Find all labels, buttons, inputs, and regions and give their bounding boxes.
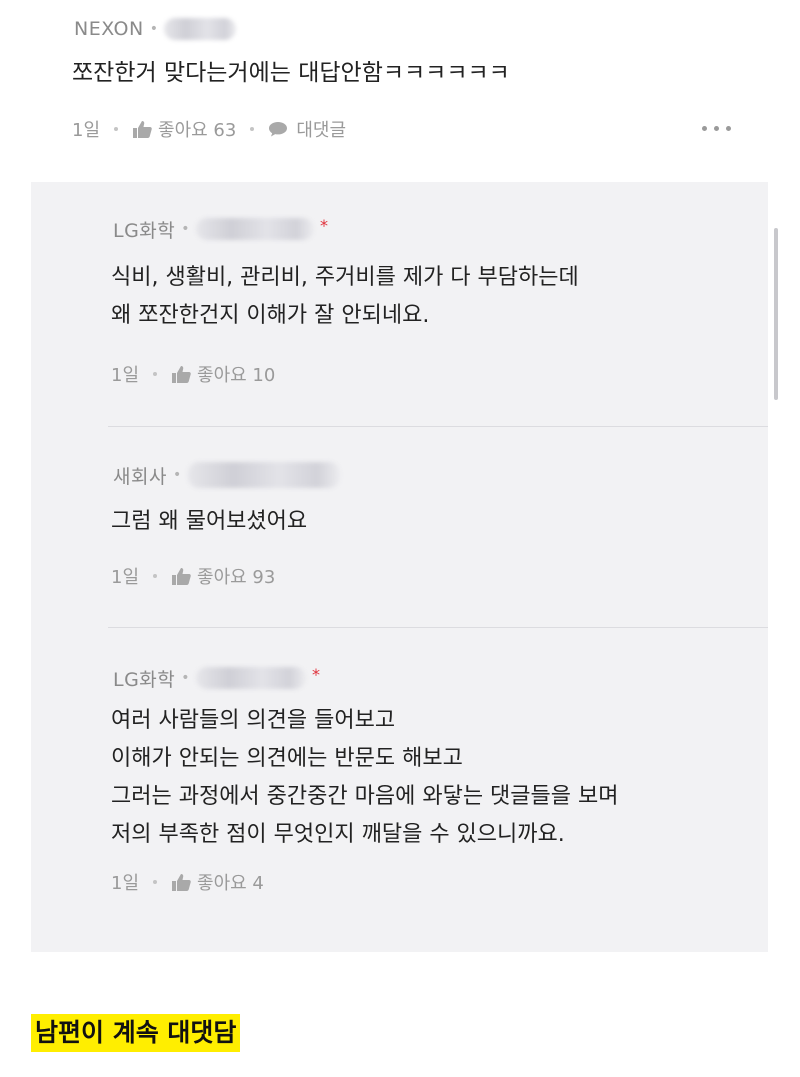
reply-panel: LG화학 • * 식비, 생활비, 관리비, 주거비를 제가 다 부담하는데 왜… [31,182,768,952]
reply-item: LG화학 • * 여러 사람들의 의견을 들어보고 이해가 안되는 의견에는 반… [31,664,768,944]
reply-item: 새회사 • 그럼 왜 물어보셨어요 1일 좋아요 93 [31,461,768,621]
separator-dot [153,880,158,884]
caption-highlight: 남편이 계속 대댓담 [31,1014,241,1052]
more-dots-icon[interactable] [702,126,731,131]
separator-dot [153,574,158,578]
reply-meta: 1일 좋아요 10 [111,359,275,389]
like-button[interactable]: 좋아요 4 [171,869,264,895]
like-button[interactable]: 좋아요 10 [171,361,275,387]
blurred-nickname [164,18,237,40]
author-company: NEXON [74,18,144,40]
like-count: 좋아요 63 [158,120,237,141]
reply-text: 식비, 생활비, 관리비, 주거비를 제가 다 부담하는데 왜 쪼잔한건지 이해… [111,259,579,335]
reply-author[interactable]: LG화학 • * [113,664,321,692]
separator-dot [153,372,158,376]
like-button[interactable]: 좋아요 93 [171,563,275,589]
reply-meta: 1일 좋아요 93 [111,561,275,591]
reply-meta: 1일 좋아요 4 [111,867,264,897]
divider [108,426,768,427]
like-button[interactable]: 좋아요 63 [132,116,236,142]
scrollbar[interactable] [774,228,778,400]
comment-meta: 1일 좋아요 63 대댓글 [72,114,346,144]
reply-time: 1일 [111,873,140,894]
reply-line: 식비, 생활비, 관리비, 주거비를 제가 다 부담하는데 [111,265,579,290]
comment: NEXON • 쪼잔한거 맞다는거에는 대답안함ㅋㅋㅋㅋㅋㅋ 1일 좋아요 63… [0,0,800,182]
comment-text: 쪼잔한거 맞다는거에는 대답안함ㅋㅋㅋㅋㅋㅋ [72,60,510,86]
like-count: 좋아요 93 [197,567,276,588]
blurred-nickname [196,218,315,240]
thumbs-up-icon [133,121,152,138]
like-count: 좋아요 4 [197,873,264,894]
thumbs-up-icon [172,568,191,585]
separator-dot [114,127,119,131]
blurred-nickname [196,667,307,689]
reply-label: 대댓글 [296,120,347,141]
separator-dot: • [181,670,191,686]
asterisk-icon: * [312,664,321,684]
reply-line: 그러는 과정에서 중간중간 마음에 와닿는 댓글들을 보며 [111,784,619,809]
blurred-nickname [187,462,340,488]
reply-time: 1일 [111,567,140,588]
separator-dot [250,127,255,131]
author-company: LG화학 [113,668,176,691]
comment-time: 1일 [72,120,101,141]
thumbs-up-icon [172,366,191,383]
thumbs-up-icon [172,874,191,891]
reply-line: 저의 부족한 점이 무엇인지 깨달을 수 있으니까요. [111,822,565,847]
reply-line: 이해가 안되는 의견에는 반문도 해보고 [111,746,463,771]
reply-author[interactable]: 새회사 • [113,461,340,489]
author-company: 새회사 [113,465,167,488]
speech-bubble-icon [269,122,288,137]
like-count: 좋아요 10 [197,365,276,386]
asterisk-icon: * [320,215,329,235]
separator-dot: • [149,21,159,37]
reply-line: 그럼 왜 물어보셨어요 [111,509,308,534]
comment-author[interactable]: NEXON • [74,15,237,43]
author-company: LG화학 [113,219,176,242]
reply-author[interactable]: LG화학 • * [113,215,329,243]
reply-line: 왜 쪼잔한건지 이해가 잘 안되네요. [111,303,430,328]
separator-dot: • [172,467,182,483]
divider [108,627,768,628]
reply-button[interactable]: 대댓글 [268,116,346,142]
reply-item: LG화학 • * 식비, 생활비, 관리비, 주거비를 제가 다 부담하는데 왜… [31,215,768,425]
separator-dot: • [181,221,191,237]
reply-time: 1일 [111,365,140,386]
reply-line: 여러 사람들의 의견을 들어보고 [111,708,396,733]
reply-text: 그럼 왜 물어보셨어요 [111,503,307,541]
reply-text: 여러 사람들의 의견을 들어보고 이해가 안되는 의견에는 반문도 해보고 그러… [111,702,618,854]
